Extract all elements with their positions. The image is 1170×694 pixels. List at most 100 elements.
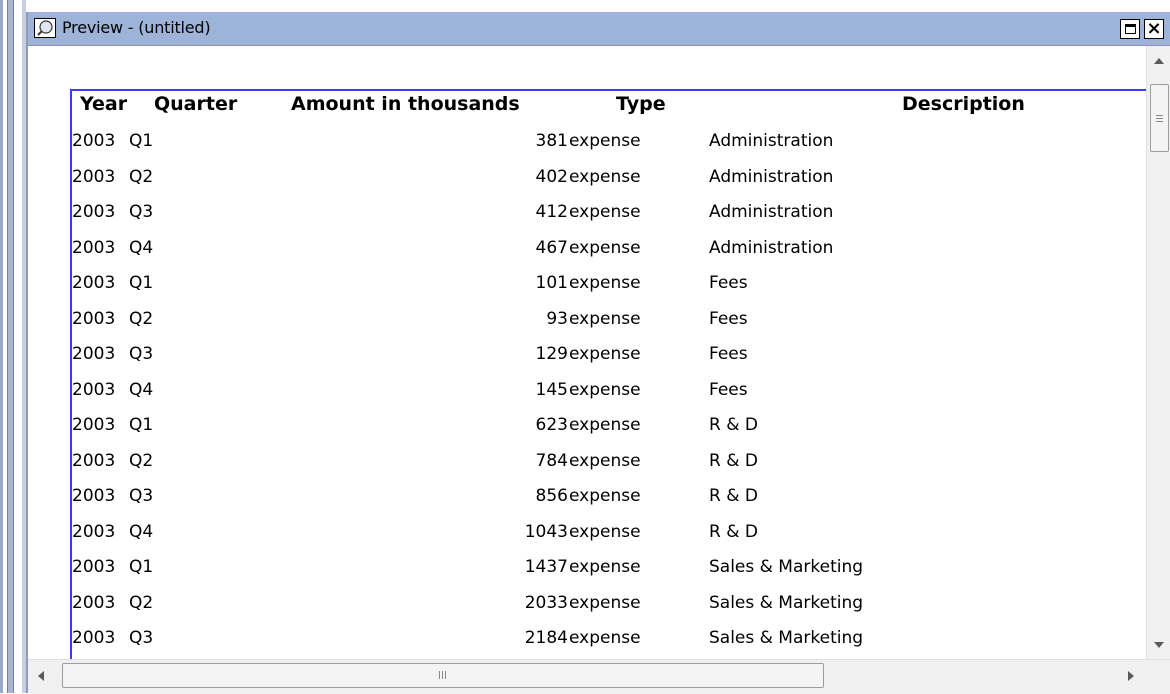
scroll-down-arrow-icon[interactable] bbox=[1154, 642, 1164, 648]
cell-amount: 2184 bbox=[524, 628, 568, 648]
cell-amount: 145 bbox=[535, 379, 568, 400]
cell-quarter: Q2 bbox=[129, 166, 154, 187]
cell-year: 2003 bbox=[72, 628, 116, 648]
table-row: 2003 Q3 856 expense R & D bbox=[28, 479, 1146, 515]
column-header-quarter: Quarter bbox=[154, 93, 238, 115]
cell-amount: 784 bbox=[535, 450, 568, 471]
grip-icon bbox=[439, 671, 440, 679]
cell-quarter: Q2 bbox=[129, 308, 154, 329]
cell-description: Administration bbox=[709, 202, 834, 222]
column-header-amount: Amount in thousands bbox=[291, 93, 520, 115]
vertical-scroll-thumb[interactable] bbox=[1150, 84, 1169, 152]
report-rows: 2003 Q1 381 expense Administration 2003 … bbox=[28, 124, 1146, 657]
horizontal-scroll-thumb[interactable] bbox=[62, 663, 824, 688]
cell-type: expense bbox=[569, 628, 641, 648]
cell-type: expense bbox=[569, 486, 641, 506]
table-row: 2003 Q2 2033 expense Sales & Marketing bbox=[28, 586, 1146, 622]
close-button[interactable]: × bbox=[1144, 19, 1164, 39]
table-row: 2003 Q4 467 expense Administration bbox=[28, 231, 1146, 267]
table-row: 2003 Q3 2184 expense Sales & Marketing bbox=[28, 621, 1146, 657]
scroll-up-arrow-icon[interactable] bbox=[1154, 58, 1164, 64]
cell-type: expense bbox=[569, 521, 641, 542]
table-row: 2003 Q1 381 expense Administration bbox=[28, 124, 1146, 160]
cell-amount: 856 bbox=[535, 486, 568, 506]
cell-description: Fees bbox=[709, 379, 748, 400]
cell-quarter: Q4 bbox=[129, 521, 154, 542]
cell-quarter: Q2 bbox=[129, 592, 154, 613]
cell-type: expense bbox=[569, 379, 641, 400]
cell-description: Administration bbox=[709, 237, 834, 258]
cell-amount: 412 bbox=[535, 202, 568, 222]
cell-type: expense bbox=[569, 131, 641, 151]
cell-description: Sales & Marketing bbox=[709, 592, 864, 613]
cell-year: 2003 bbox=[72, 273, 116, 293]
desktop-frame-edge bbox=[0, 0, 26, 693]
cell-amount: 129 bbox=[535, 344, 568, 364]
cell-description: Fees bbox=[709, 273, 748, 293]
cell-description: Administration bbox=[709, 131, 834, 151]
cell-amount: 467 bbox=[535, 237, 568, 258]
table-row: 2003 Q3 412 expense Administration bbox=[28, 195, 1146, 231]
vertical-scrollbar[interactable] bbox=[1146, 46, 1170, 659]
cell-amount: 101 bbox=[535, 273, 568, 293]
cell-year: 2003 bbox=[72, 202, 116, 222]
horizontal-scrollbar[interactable] bbox=[28, 659, 1170, 694]
cell-year: 2003 bbox=[72, 237, 116, 258]
table-row: 2003 Q1 623 expense R & D bbox=[28, 408, 1146, 444]
scroll-left-arrow-icon[interactable] bbox=[38, 671, 44, 681]
cell-type: expense bbox=[569, 450, 641, 471]
cell-type: expense bbox=[569, 557, 641, 577]
cell-quarter: Q1 bbox=[129, 415, 154, 435]
cell-type: expense bbox=[569, 308, 641, 329]
cell-year: 2003 bbox=[72, 486, 116, 506]
title-bar[interactable]: Preview - (untitled) × bbox=[28, 12, 1170, 46]
cell-quarter: Q1 bbox=[129, 273, 154, 293]
cell-quarter: Q2 bbox=[129, 450, 154, 471]
preview-window: Preview - (untitled) × Year Quarter Amou… bbox=[26, 12, 1170, 694]
cell-amount: 402 bbox=[535, 166, 568, 187]
table-row: 2003 Q2 784 expense R & D bbox=[28, 444, 1146, 480]
column-header-description: Description bbox=[902, 93, 1025, 115]
cell-type: expense bbox=[569, 237, 641, 258]
maximize-button[interactable] bbox=[1120, 19, 1140, 39]
cell-description: Sales & Marketing bbox=[709, 628, 864, 648]
cell-description: R & D bbox=[709, 486, 758, 506]
cell-amount: 381 bbox=[535, 131, 568, 151]
cell-type: expense bbox=[569, 166, 641, 187]
cell-amount: 623 bbox=[535, 415, 568, 435]
cell-quarter: Q1 bbox=[129, 557, 154, 577]
cell-year: 2003 bbox=[72, 166, 116, 187]
cell-quarter: Q4 bbox=[129, 379, 154, 400]
cell-quarter: Q3 bbox=[129, 628, 154, 648]
cell-quarter: Q3 bbox=[129, 486, 154, 506]
cell-quarter: Q1 bbox=[129, 131, 154, 151]
cell-quarter: Q3 bbox=[129, 344, 154, 364]
cell-description: Sales & Marketing bbox=[709, 557, 864, 577]
cell-amount: 1437 bbox=[524, 557, 568, 577]
close-icon: × bbox=[1146, 18, 1162, 39]
table-row: 2003 Q3 129 expense Fees bbox=[28, 337, 1146, 373]
cell-quarter: Q4 bbox=[129, 237, 154, 258]
scroll-right-arrow-icon[interactable] bbox=[1128, 671, 1134, 681]
cell-year: 2003 bbox=[72, 450, 116, 471]
table-row: 2003 Q1 1437 expense Sales & Marketing bbox=[28, 550, 1146, 586]
table-row: 2003 Q2 402 expense Administration bbox=[28, 160, 1146, 196]
cell-year: 2003 bbox=[72, 308, 116, 329]
cell-description: Fees bbox=[709, 344, 748, 364]
column-header-year: Year bbox=[80, 93, 128, 115]
cell-type: expense bbox=[569, 344, 641, 364]
frame-stripe bbox=[7, 0, 14, 693]
cell-description: Administration bbox=[709, 166, 834, 187]
cell-year: 2003 bbox=[72, 131, 116, 151]
cell-amount: 93 bbox=[546, 308, 568, 329]
cell-amount: 2033 bbox=[524, 592, 568, 613]
preview-app-icon bbox=[34, 18, 56, 38]
cell-type: expense bbox=[569, 592, 641, 613]
cell-description: R & D bbox=[709, 415, 758, 435]
window-title: Preview - (untitled) bbox=[62, 18, 211, 37]
table-row: 2003 Q2 93 expense Fees bbox=[28, 302, 1146, 338]
frame-stripe bbox=[0, 0, 3, 693]
cell-year: 2003 bbox=[72, 557, 116, 577]
table-row: 2003 Q4 145 expense Fees bbox=[28, 373, 1146, 409]
table-row: 2003 Q4 1043 expense R & D bbox=[28, 515, 1146, 551]
